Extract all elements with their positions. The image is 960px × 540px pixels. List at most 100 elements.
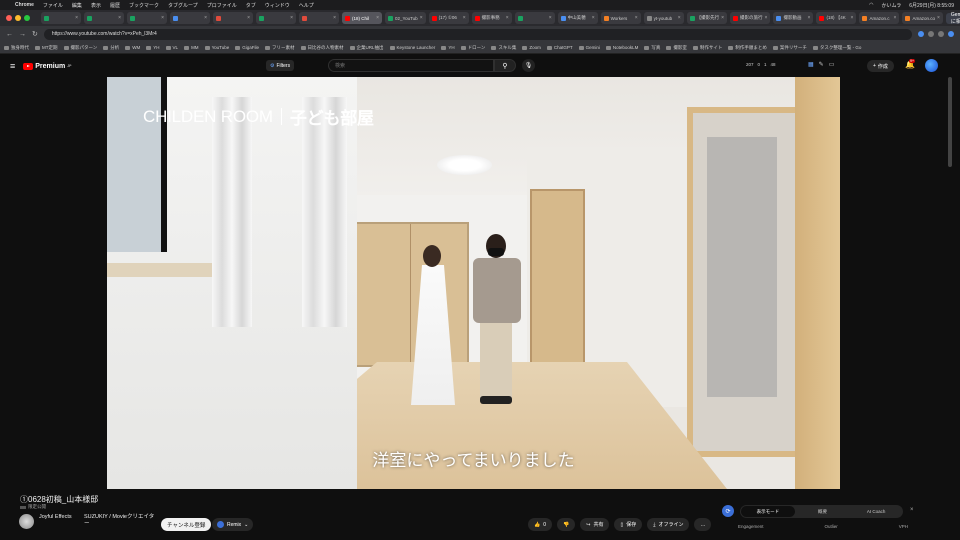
zoom-window-button[interactable] xyxy=(24,15,30,21)
remix-button[interactable]: Remix ⌄ xyxy=(212,518,254,531)
menu-bookmarks[interactable]: ブックマーク xyxy=(129,2,159,9)
tab-display-mode[interactable]: 表示モード xyxy=(741,506,795,517)
browser-tab[interactable]: Amazon.co × xyxy=(902,12,943,24)
bookmark-item[interactable]: 独身時代 xyxy=(4,45,29,51)
bookmark-item[interactable]: 撮影パターン xyxy=(63,45,97,51)
wifi-icon[interactable]: ◠ xyxy=(869,2,873,8)
notifications-button[interactable]: 🔔 9+ xyxy=(905,59,915,69)
menu-edit[interactable]: 編集 xyxy=(72,2,82,9)
bookmark-item[interactable]: MM xyxy=(184,45,199,50)
browser-tab[interactable]: 撮影の旅行 × xyxy=(730,12,771,24)
bookmark-item[interactable]: ドローン xyxy=(460,45,485,51)
bookmark-item[interactable]: Gemini xyxy=(578,45,600,50)
bookmark-item[interactable]: 企業URL抽出 xyxy=(349,45,384,51)
menu-window[interactable]: ウィンドウ xyxy=(265,2,290,9)
bookmark-item[interactable]: 制作手順まとめ xyxy=(728,45,767,51)
close-tab-icon[interactable]: × xyxy=(420,15,423,21)
bookmark-item[interactable]: NotebookLM xyxy=(605,45,638,50)
bookmark-item[interactable]: MT定期 xyxy=(35,45,58,51)
youtube-logo[interactable]: Premium JP xyxy=(23,62,72,70)
close-icon[interactable]: × xyxy=(910,507,914,513)
more-button[interactable]: … xyxy=(694,518,712,531)
menubar-user[interactable]: かいムラ xyxy=(881,2,901,9)
bookmark-item[interactable]: スキル集 xyxy=(491,45,516,51)
browser-tab[interactable]: × xyxy=(514,12,555,24)
close-tab-icon[interactable]: × xyxy=(937,15,940,21)
create-button[interactable]: + 作成 xyxy=(867,60,894,72)
bookmark-item[interactable]: Zoom xyxy=(522,45,541,50)
profile-icon[interactable] xyxy=(948,31,954,37)
bookmark-item[interactable]: Keystone Launcher xyxy=(389,45,435,50)
close-tab-icon[interactable]: × xyxy=(851,15,854,21)
filters-button[interactable]: ⚙ Filters xyxy=(266,60,295,71)
bookmark-item[interactable]: YouTube xyxy=(204,45,229,50)
close-tab-icon[interactable]: × xyxy=(506,15,509,21)
bookmark-item[interactable]: YH xyxy=(441,45,455,50)
close-tab-icon[interactable]: × xyxy=(678,15,681,21)
edit-icon[interactable]: ✎ xyxy=(819,61,824,68)
save-button[interactable]: ▯ 保存 xyxy=(614,518,643,531)
close-tab-icon[interactable]: × xyxy=(290,15,293,21)
browser-tab[interactable]: (17) ①06 × xyxy=(428,12,469,24)
menu-file[interactable]: ファイル xyxy=(43,2,63,9)
menu-tab[interactable]: タブ xyxy=(246,2,256,9)
browser-tab[interactable]: 撮影動画 × xyxy=(773,12,814,24)
voice-search-button[interactable]: 🎙 xyxy=(522,59,535,72)
search-button[interactable]: ⚲ xyxy=(494,59,516,72)
subscribe-button[interactable]: チャンネル登録 xyxy=(161,518,212,531)
avatar[interactable] xyxy=(925,59,938,72)
close-tab-icon[interactable]: × xyxy=(894,15,897,21)
extension-icon[interactable] xyxy=(938,31,944,37)
browser-tab[interactable]: × xyxy=(256,12,296,24)
menu-profile[interactable]: プロファイル xyxy=(207,2,237,9)
back-icon[interactable]: ← xyxy=(6,31,13,38)
menubar-datetime[interactable]: 6月29日(月) 8:55:09 xyxy=(909,2,954,9)
browser-tab[interactable]: × xyxy=(41,12,81,24)
browser-tab[interactable]: × xyxy=(84,12,124,24)
video-player[interactable]: CHILDEN ROOM 子ども部屋 洋室にやってまいりました xyxy=(107,77,840,489)
extension-icon[interactable] xyxy=(918,31,924,37)
extension-icon[interactable] xyxy=(928,31,934,37)
browser-tab[interactable]: (18) Chil × xyxy=(342,12,382,24)
bookmark-item[interactable]: YH xyxy=(146,45,160,50)
tab-overview[interactable]: 概要 xyxy=(796,505,850,518)
close-tab-icon[interactable]: × xyxy=(204,15,207,21)
gemini-button[interactable]: Gemini に相談 xyxy=(945,12,960,25)
bookmark-item[interactable]: VL xyxy=(165,45,178,50)
browser-tab[interactable]: × xyxy=(127,12,167,24)
bookmark-item[interactable]: 撮影室 xyxy=(666,45,687,51)
close-tab-icon[interactable]: × xyxy=(808,15,811,21)
reload-icon[interactable]: ↻ xyxy=(32,30,38,38)
menu-chrome[interactable]: Chrome xyxy=(15,2,34,8)
close-tab-icon[interactable]: × xyxy=(247,15,250,21)
tab-ai-coach[interactable]: AI Coach xyxy=(849,505,903,518)
offline-button[interactable]: ⤓ オフライン xyxy=(647,518,690,531)
share-button[interactable]: ↪ 共有 xyxy=(580,518,610,531)
close-tab-icon[interactable]: × xyxy=(765,15,768,21)
bookmark-item[interactable]: 分析 xyxy=(103,45,119,51)
bookmark-item[interactable]: WM xyxy=(125,45,140,50)
close-tab-icon[interactable]: × xyxy=(75,15,78,21)
browser-tab[interactable]: 02_YouTub × xyxy=(385,12,426,24)
bookmark-item[interactable]: 制作サイト xyxy=(692,45,722,51)
cast-icon[interactable]: ▭ xyxy=(829,61,835,68)
browser-tab[interactable]: 中山美穂 × xyxy=(557,12,598,24)
browser-tab[interactable]: × xyxy=(170,12,210,24)
browser-tab[interactable]: 撮影事務 × xyxy=(471,12,512,24)
browser-tab[interactable]: Amazon.c × xyxy=(859,12,900,24)
close-tab-icon[interactable]: × xyxy=(635,15,638,21)
close-tab-icon[interactable]: × xyxy=(463,15,466,21)
bookmark-item[interactable]: フリー素材 xyxy=(265,45,295,51)
bookmark-item[interactable]: 案件リサーチ xyxy=(772,45,807,51)
channel-avatar[interactable] xyxy=(19,514,34,529)
close-tab-icon[interactable]: × xyxy=(721,15,724,21)
close-window-button[interactable] xyxy=(6,15,12,21)
minimize-window-button[interactable] xyxy=(15,15,21,21)
menu-view[interactable]: 表示 xyxy=(91,2,101,9)
bookmark-item[interactable]: タスク整理一覧 - Go xyxy=(812,45,861,51)
search-input[interactable] xyxy=(328,59,494,72)
refresh-icon[interactable]: ⟳ xyxy=(722,505,734,517)
scrollbar[interactable] xyxy=(948,77,952,167)
forward-icon[interactable]: → xyxy=(19,31,26,38)
browser-tab[interactable]: yt-youtub × xyxy=(643,12,684,24)
